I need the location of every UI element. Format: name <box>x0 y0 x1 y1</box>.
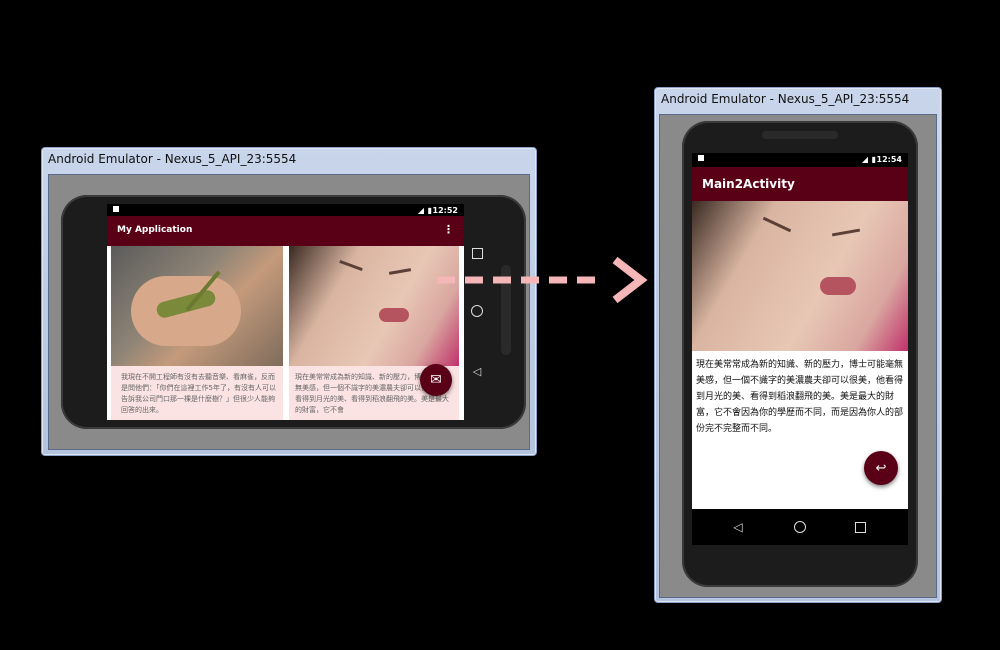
detail-body-text: 現在美常常成為新的知識、新的壓力，博士可能毫無美感，但一個不識字的美濃農夫卻可以… <box>696 360 904 434</box>
right-phone-screen: ◢ ▮ 12:54 Main2Activity 現在美常常成為新的知識、新的壓力… <box>692 153 908 545</box>
arrow-icon <box>437 256 648 304</box>
right-app-title: Main2Activity <box>702 177 795 191</box>
email-icon: ✉ <box>430 372 442 388</box>
right-app-bar: Main2Activity <box>692 167 908 201</box>
card-grasshopper[interactable]: 我現在不開工程師有沒有去聽音樂、看麻雀，反而是問他們：「你們在這裡工作5年了，有… <box>111 246 283 420</box>
battery-icon: ▮ <box>871 155 876 164</box>
signal-icon: ◢ <box>861 155 868 164</box>
nav-recents-icon[interactable] <box>850 517 870 537</box>
signal-icon: ◢ <box>417 206 424 215</box>
left-window-body: ◢ ▮ 12:52 My Application ⋮ 我現在不開工程師有沒有去聽… <box>48 174 530 450</box>
grasshopper-image <box>111 246 283 366</box>
overflow-menu-icon[interactable]: ⋮ <box>443 223 454 236</box>
child-detail-image <box>692 201 908 351</box>
back-arrow-icon: ↩ <box>875 460 887 476</box>
card-grasshopper-text: 我現在不開工程師有沒有去聽音樂、看麻雀，反而是問他們：「你們在這裡工作5年了，有… <box>121 373 276 414</box>
left-app-title: My Application <box>117 225 193 235</box>
nav-home-icon[interactable] <box>790 517 810 537</box>
nav-back-icon[interactable]: ◁ <box>728 517 748 537</box>
left-app-bar: My Application ⋮ <box>107 216 464 246</box>
left-window-title: Android Emulator - Nexus_5_API_23:5554 <box>48 152 297 166</box>
battery-icon: ▮ <box>427 206 432 215</box>
right-nav-bar: ◁ <box>692 509 908 545</box>
email-fab[interactable]: ✉ <box>420 364 452 396</box>
right-emulator-window: Android Emulator - Nexus_5_API_23:5554 ◢… <box>654 87 942 603</box>
right-phone-speaker <box>762 131 838 139</box>
right-window-title: Android Emulator - Nexus_5_API_23:5554 <box>661 92 910 106</box>
left-status-bar: ◢ ▮ 12:52 <box>107 204 464 216</box>
right-phone-frame: ◢ ▮ 12:54 Main2Activity 現在美常常成為新的知識、新的壓力… <box>682 121 918 587</box>
left-phone-frame: ◢ ▮ 12:52 My Application ⋮ 我現在不開工程師有沒有去聽… <box>61 195 526 429</box>
nav-back-icon[interactable]: ◁ <box>467 361 487 381</box>
right-status-bar: ◢ ▮ 12:54 <box>692 153 908 167</box>
right-window-body: ◢ ▮ 12:54 Main2Activity 現在美常常成為新的知識、新的壓力… <box>659 114 937 598</box>
left-status-time: 12:52 <box>432 206 458 215</box>
transition-arrow <box>437 256 652 310</box>
notification-icon <box>113 206 119 212</box>
back-fab[interactable]: ↩ <box>864 451 898 485</box>
notification-icon <box>698 155 704 161</box>
child-image <box>289 246 459 366</box>
right-status-time: 12:54 <box>876 155 902 164</box>
left-phone-screen: ◢ ▮ 12:52 My Application ⋮ 我現在不開工程師有沒有去聽… <box>107 204 464 420</box>
